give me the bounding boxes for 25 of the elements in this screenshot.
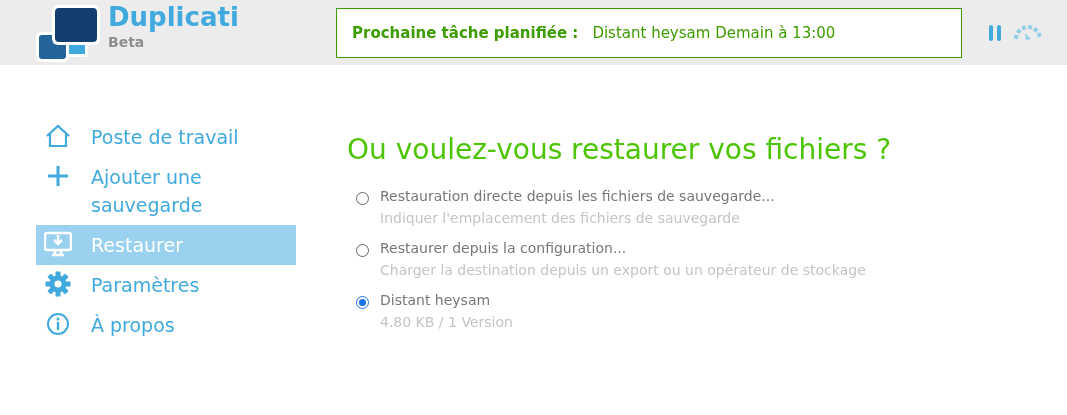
gear-icon <box>45 271 71 297</box>
sidebar-item[interactable]: Paramètres <box>36 265 296 305</box>
app-name: Duplicati <box>108 0 239 33</box>
sidebar-item[interactable]: Ajouter une sauvegarde <box>36 157 296 225</box>
option-description: 4.80 KB / 1 Version <box>380 314 513 330</box>
schedule-value: Distant heysam Demain à 13:00 <box>592 23 836 42</box>
sidebar-item[interactable]: Restaurer <box>36 225 296 265</box>
radio-button[interactable] <box>356 192 369 205</box>
plus-icon <box>47 165 69 187</box>
option-label: Restauration directe depuis les fichiers de sauvegarde... <box>380 188 775 204</box>
radio-button[interactable] <box>356 296 369 309</box>
option-description: Charger la destination depuis un export ou un opérateur de stockage <box>380 262 866 278</box>
home-icon <box>45 124 71 148</box>
option-description: Indiquer l'emplacement des fichiers de sauvegarde <box>380 210 741 226</box>
radio-button[interactable] <box>356 244 369 257</box>
info-icon <box>46 312 70 336</box>
edition-label: Beta <box>108 32 146 51</box>
page-title: Ou voulez-vous restaurer vos fichiers ? <box>347 133 892 166</box>
option-label: Restaurer depuis la configuration... <box>380 240 628 256</box>
schedule-label: Prochaine tâche planifiée : <box>352 23 579 42</box>
sidebar-item[interactable]: Poste de travail <box>36 117 296 157</box>
option-label: Distant heysam <box>380 292 492 308</box>
monitor-download-icon <box>44 231 72 257</box>
logo-icon <box>36 4 102 63</box>
sidebar-item[interactable]: À propos <box>36 305 296 345</box>
